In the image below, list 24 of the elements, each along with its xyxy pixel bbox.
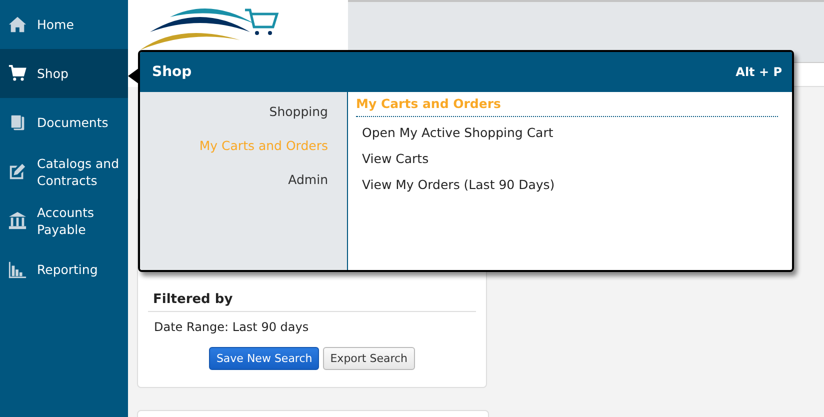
save-search-button[interactable]: Save New Search bbox=[209, 347, 320, 370]
menu-category[interactable]: Admin bbox=[140, 172, 347, 206]
section-title: My Carts and Orders bbox=[356, 96, 778, 117]
bank-icon bbox=[8, 211, 27, 230]
nav-item[interactable]: Home bbox=[0, 0, 128, 49]
menu-title: Shop bbox=[152, 64, 192, 80]
nav-item[interactable]: Accounts Payable bbox=[0, 196, 128, 245]
home-icon bbox=[8, 15, 27, 34]
nav-item[interactable]: Documents bbox=[0, 98, 128, 147]
card-title: Filtered by bbox=[148, 292, 476, 312]
shortcut-text: Alt + P bbox=[736, 65, 782, 79]
pencil-document-icon bbox=[8, 162, 27, 181]
nav-item[interactable]: Shop bbox=[0, 49, 128, 98]
nav-item[interactable]: Catalogs and Contracts bbox=[0, 147, 128, 196]
documents-icon bbox=[8, 113, 27, 132]
menu-link[interactable]: View My Orders (Last 90 Days) bbox=[356, 175, 778, 201]
filter-text: Date Range: Last 90 days bbox=[153, 319, 310, 334]
export-button[interactable]: Export Search bbox=[323, 347, 415, 370]
menu-link[interactable]: Open My Active Shopping Cart bbox=[356, 123, 778, 149]
nav-item[interactable]: Reporting bbox=[0, 245, 128, 294]
bar-chart-icon bbox=[8, 260, 27, 279]
cart-icon bbox=[8, 64, 27, 83]
menu-category[interactable]: Shopping bbox=[140, 104, 347, 138]
menu-link[interactable]: View Carts bbox=[356, 149, 778, 175]
